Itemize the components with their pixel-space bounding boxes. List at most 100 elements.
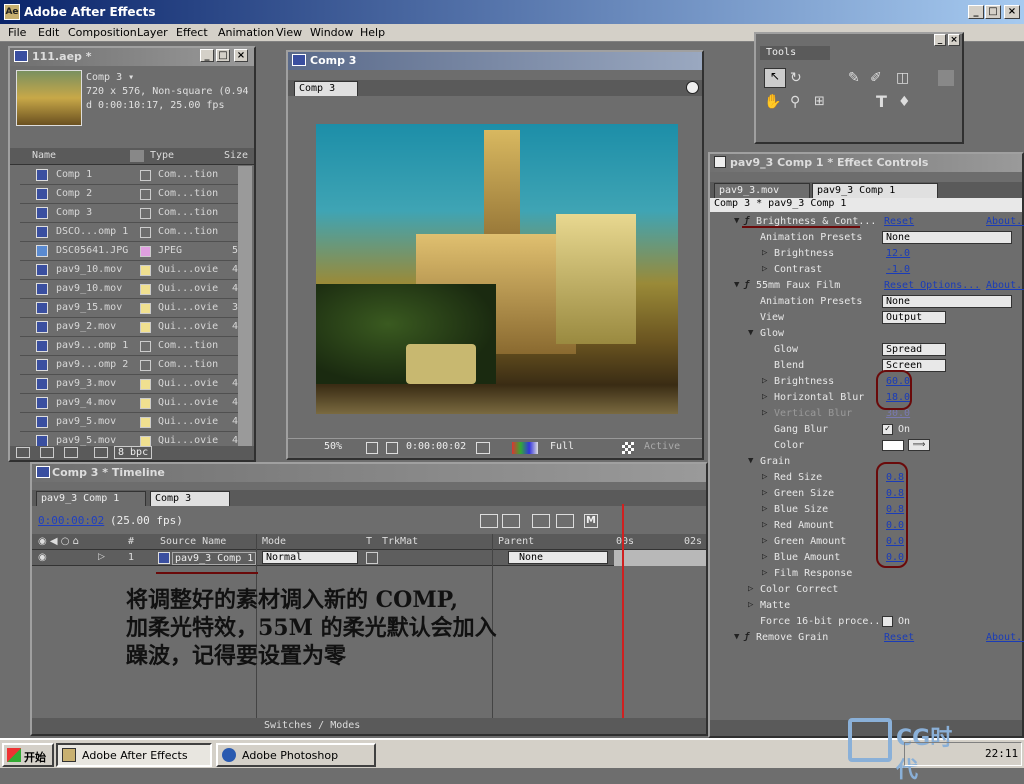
- snapshot-icon[interactable]: [476, 442, 490, 454]
- pen-tool-icon[interactable]: ✎: [848, 70, 860, 86]
- effect-row[interactable]: ▷ Color Correct: [710, 582, 1022, 598]
- col-parent-header[interactable]: Parent: [498, 536, 534, 547]
- label-color-swatch[interactable]: [140, 189, 151, 200]
- menu-view[interactable]: View: [276, 26, 302, 39]
- twirl-triangle-icon[interactable]: ▷: [762, 504, 767, 514]
- label-color-swatch[interactable]: [140, 360, 151, 371]
- effect-param-value[interactable]: 12.0: [886, 248, 910, 259]
- effect-row[interactable]: ▷ Horizontal Blur 18.0: [710, 390, 1022, 406]
- label-color-swatch[interactable]: [140, 341, 151, 352]
- effect-row[interactable]: ▷ Film Response: [710, 566, 1022, 582]
- minimize-button[interactable]: _: [968, 5, 984, 19]
- zoom-tool-icon[interactable]: ⚲: [790, 94, 800, 110]
- col-size-header[interactable]: Size: [224, 150, 248, 161]
- taskbar-after-effects[interactable]: Adobe After Effects: [56, 743, 212, 767]
- color-channel-icon[interactable]: [512, 442, 538, 454]
- switches-modes-toggle[interactable]: Switches / Modes: [264, 720, 360, 731]
- effect-row[interactable]: ▷ Green Amount 0.0: [710, 534, 1022, 550]
- effect-param-value[interactable]: -1.0: [886, 264, 910, 275]
- col-name-header[interactable]: Name: [32, 150, 56, 161]
- tab-pav9-3-comp1[interactable]: pav9_3 Comp 1: [812, 183, 938, 198]
- project-maximize-button[interactable]: □: [216, 49, 230, 62]
- twirl-triangle-icon[interactable]: ▼: [748, 456, 753, 466]
- menu-effect[interactable]: Effect: [176, 26, 208, 39]
- frame-blending-icon[interactable]: [556, 514, 574, 528]
- tab-timeline-pav9-3[interactable]: pav9_3 Comp 1: [36, 491, 146, 506]
- effect-row[interactable]: View Output: [710, 310, 1022, 326]
- effect-row[interactable]: ▷ Blue Amount 0.0: [710, 550, 1022, 566]
- project-item[interactable]: pav9_10.movQui...ovie4.: [20, 261, 250, 280]
- effect-param-dropdown[interactable]: None: [882, 295, 1012, 308]
- twirl-triangle-icon[interactable]: ▷: [762, 520, 767, 530]
- taskbar-photoshop[interactable]: Adobe Photoshop: [216, 743, 376, 767]
- effect-row[interactable]: Gang Blur ✓ On: [710, 422, 1022, 438]
- trash-icon[interactable]: [94, 447, 108, 458]
- col-type-header[interactable]: Type: [150, 150, 174, 161]
- resolution-dropdown[interactable]: Full: [550, 441, 574, 452]
- fx-icon[interactable]: ƒ: [744, 632, 749, 642]
- twirl-triangle-icon[interactable]: ▷: [762, 472, 767, 482]
- comp-viewer-image[interactable]: [316, 124, 678, 414]
- effect-row[interactable]: ▷ Brightness 60.0: [710, 374, 1022, 390]
- twirl-triangle-icon[interactable]: ▷: [762, 536, 767, 546]
- menu-edit[interactable]: Edit: [38, 26, 59, 39]
- current-time-indicator[interactable]: [622, 504, 624, 726]
- layer-duration-bar[interactable]: [614, 550, 706, 566]
- col-number-header[interactable]: #: [128, 536, 134, 547]
- new-comp-icon[interactable]: [64, 447, 78, 458]
- checkbox[interactable]: ✓: [882, 424, 893, 435]
- label-col-icon[interactable]: [130, 150, 144, 162]
- start-button[interactable]: 开始: [2, 743, 54, 767]
- fx-icon[interactable]: ƒ: [744, 280, 749, 290]
- effect-row[interactable]: ▷ Blue Size 0.8: [710, 502, 1022, 518]
- twirl-triangle-icon[interactable]: ▼: [734, 280, 739, 290]
- preserve-transparency-checkbox[interactable]: [366, 552, 378, 564]
- col-mode-header[interactable]: Mode: [262, 536, 286, 547]
- menu-file[interactable]: File: [8, 26, 26, 39]
- active-camera-dropdown[interactable]: Active: [644, 441, 680, 452]
- twirl-triangle-icon[interactable]: ▼: [734, 216, 739, 226]
- effect-row[interactable]: ▷ Green Size 0.8: [710, 486, 1022, 502]
- color-swatch[interactable]: [882, 440, 904, 451]
- project-scrollbar[interactable]: [238, 166, 252, 446]
- reset-link[interactable]: Reset: [884, 632, 914, 643]
- col-t-header[interactable]: T: [366, 536, 372, 547]
- effect-row[interactable]: ▷ Red Size 0.8: [710, 470, 1022, 486]
- twirl-triangle-icon[interactable]: ▼: [748, 328, 753, 338]
- bpc-button[interactable]: 8 bpc: [114, 446, 153, 459]
- menu-composition[interactable]: Composition: [68, 26, 137, 39]
- eye-icon[interactable]: ◉: [38, 552, 47, 563]
- project-item[interactable]: pav9_15.movQui...ovie3.: [20, 299, 250, 318]
- layer-mode-dropdown[interactable]: Normal: [262, 551, 358, 564]
- twirl-triangle-icon[interactable]: ▷: [762, 568, 767, 578]
- twirl-triangle-icon[interactable]: ▷: [762, 408, 767, 418]
- twirl-triangle-icon[interactable]: ▼: [734, 632, 739, 642]
- effect-row[interactable]: Color ⟹: [710, 438, 1022, 454]
- layer-row[interactable]: ◉ ▷ 1 pav9_3 Comp 1 Normal None: [32, 550, 706, 566]
- label-color-swatch[interactable]: [140, 322, 151, 333]
- layer-name[interactable]: pav9_3 Comp 1: [172, 552, 257, 565]
- puppet-tool-icon[interactable]: [938, 70, 954, 86]
- tools-close-button[interactable]: ×: [948, 34, 960, 46]
- effect-param-dropdown[interactable]: Spread: [882, 343, 946, 356]
- col-source-header[interactable]: Source Name: [160, 536, 226, 547]
- effect-row[interactable]: Glow Spread: [710, 342, 1022, 358]
- find-icon[interactable]: [16, 447, 30, 458]
- effect-row[interactable]: ▷ Matte: [710, 598, 1022, 614]
- label-color-swatch[interactable]: [140, 246, 151, 257]
- timeline-timecode[interactable]: 0:00:00:02: [38, 514, 104, 527]
- zoom-dropdown[interactable]: 50%: [324, 441, 342, 452]
- stamp-tool-icon[interactable]: ♦: [898, 94, 911, 110]
- layer-parent-dropdown[interactable]: None: [508, 551, 608, 564]
- checkbox[interactable]: [882, 616, 893, 627]
- project-item[interactable]: Comp 1 Com...tion: [20, 166, 250, 185]
- effect-row[interactable]: Blend Screen: [710, 358, 1022, 374]
- project-close-button[interactable]: ×: [234, 49, 248, 62]
- effect-row[interactable]: ▼ Grain: [710, 454, 1022, 470]
- menu-window[interactable]: Window: [310, 26, 353, 39]
- effect-row[interactable]: ▷ Brightness 12.0: [710, 246, 1022, 262]
- twirl-triangle-icon[interactable]: ▷: [762, 488, 767, 498]
- grid-icon[interactable]: [366, 442, 378, 454]
- project-item[interactable]: pav9...omp 2 Com...tion: [20, 356, 250, 375]
- effect-row[interactable]: ▷ Contrast -1.0: [710, 262, 1022, 278]
